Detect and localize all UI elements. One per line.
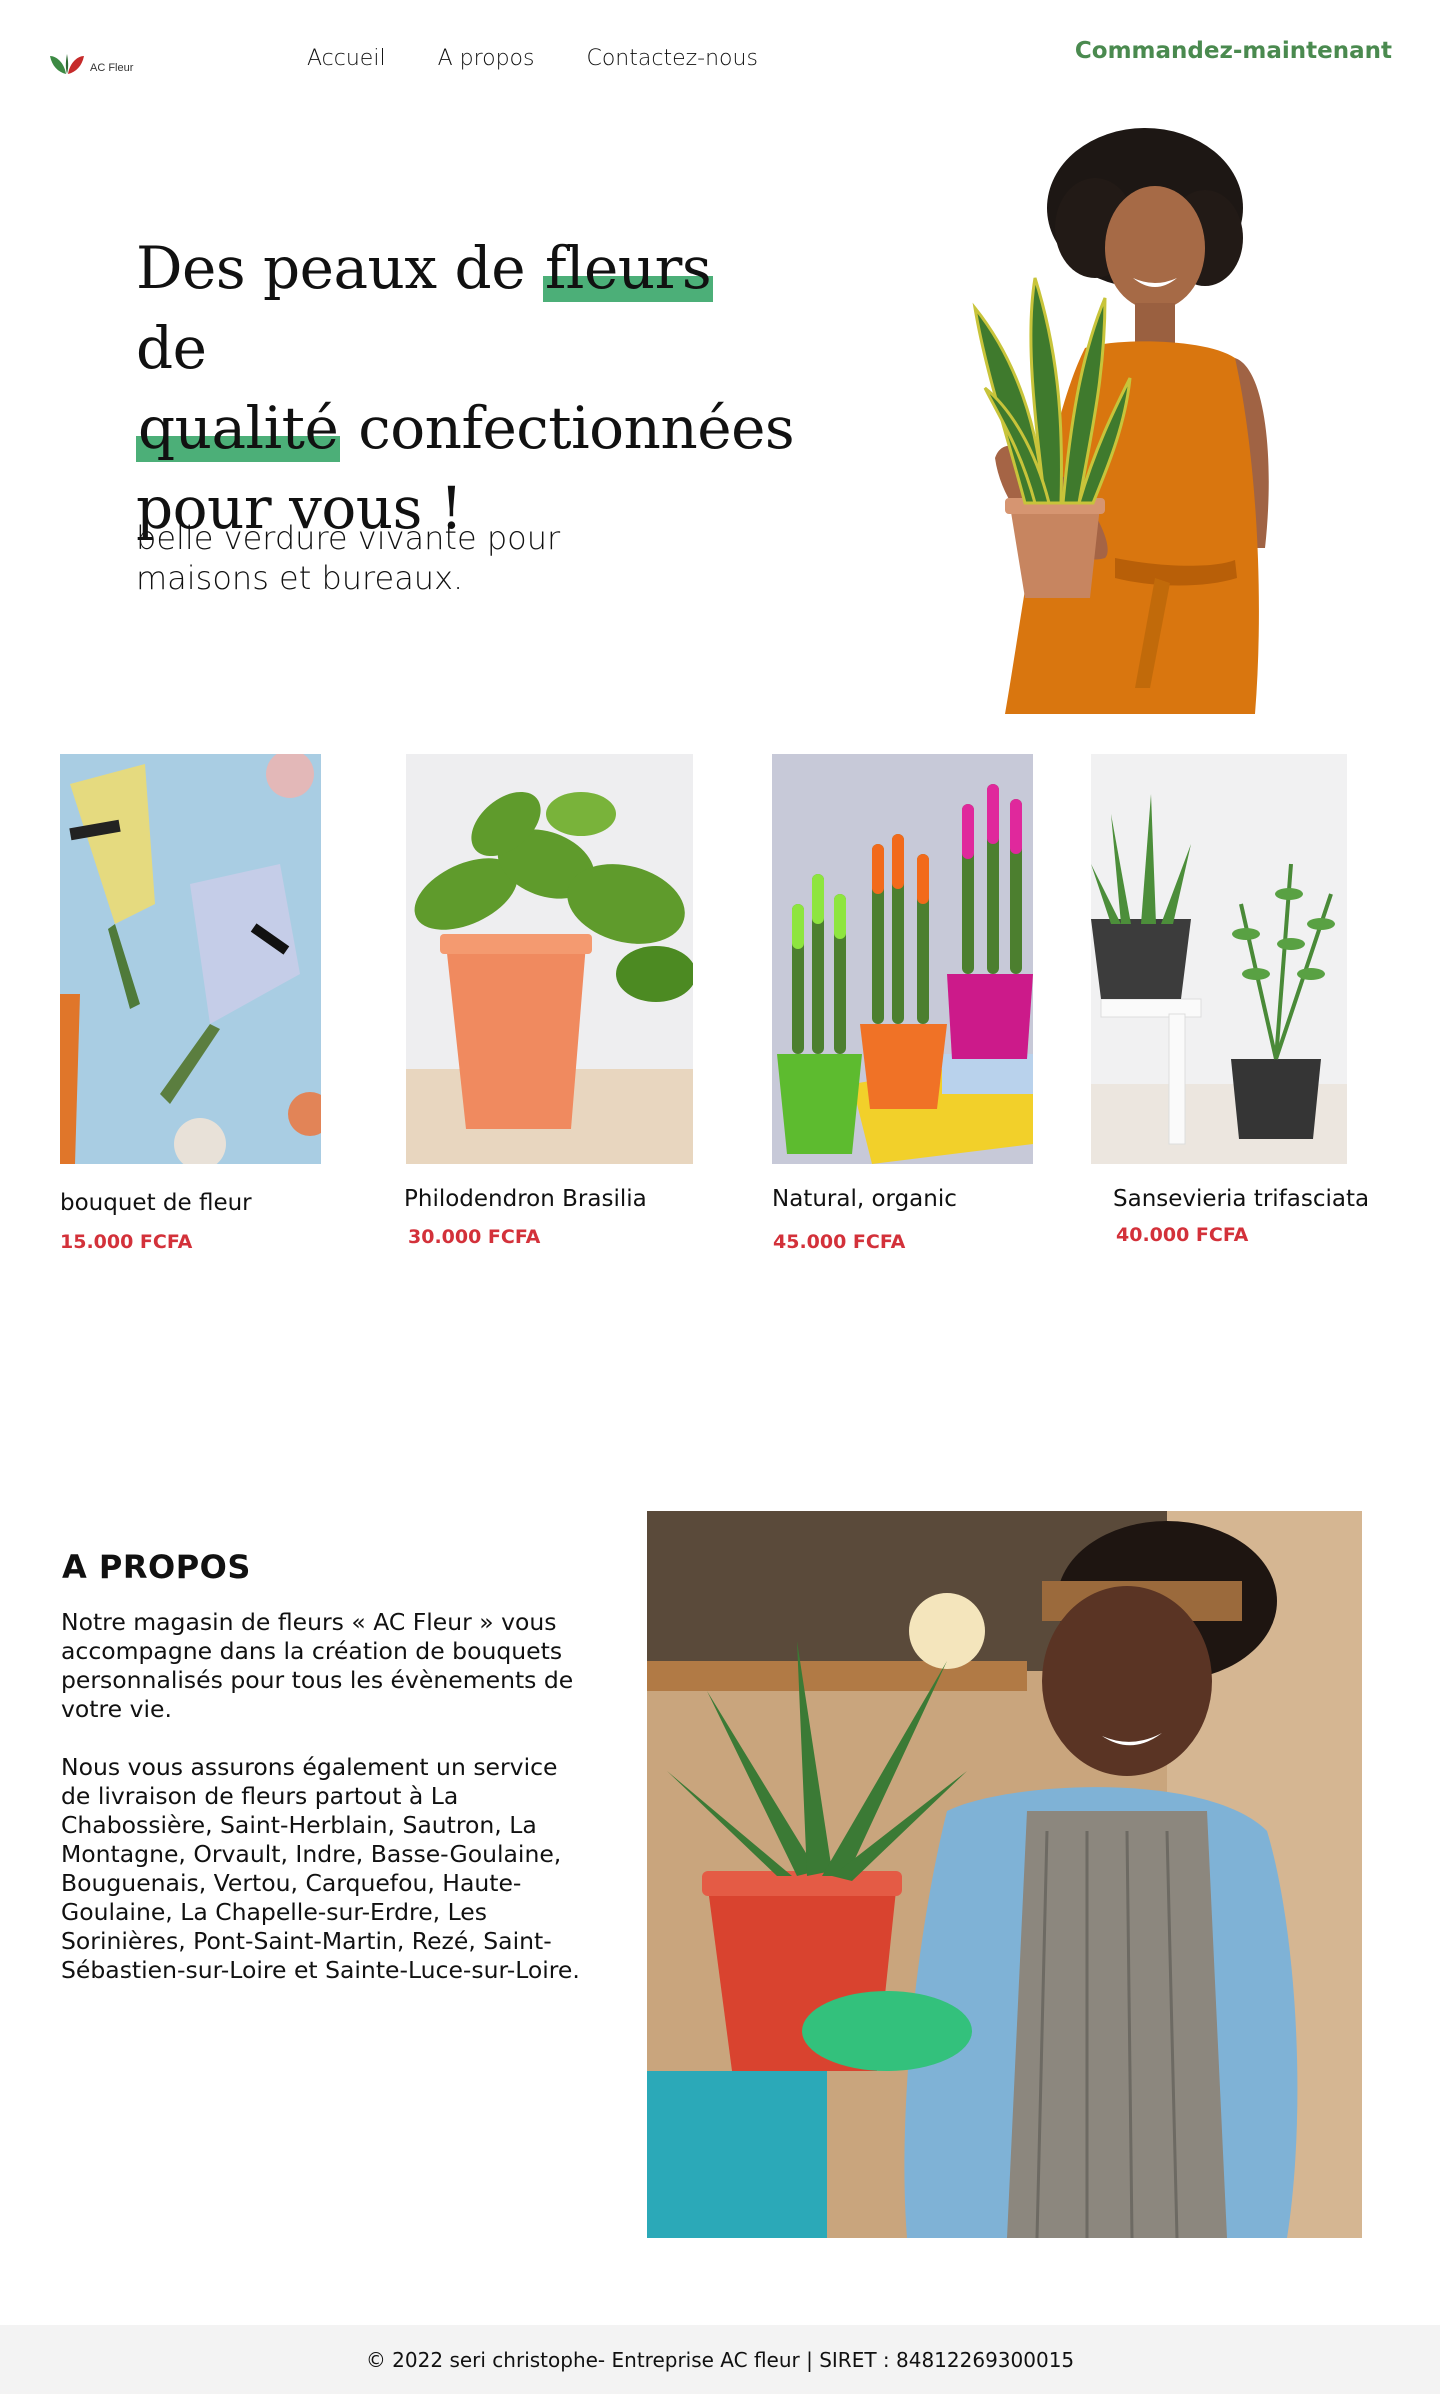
product-name[interactable]: Sansevieria trifasciata	[1113, 1186, 1369, 1212]
hero-title-highlight: qualité	[136, 394, 341, 462]
leaf-logo-icon	[50, 54, 84, 74]
order-now-link[interactable]: Commandez-maintenant	[1075, 38, 1392, 64]
brand-logo[interactable]: AC Fleur	[48, 52, 133, 76]
footer-text: © 2022 seri christophe- Entreprise AC fl…	[365, 2348, 1075, 2372]
nav-link-accueil[interactable]: Accueil	[307, 46, 386, 71]
nav-link-contact[interactable]: Contactez-nous	[586, 46, 757, 71]
hero-woman-with-plant-image	[972, 128, 1269, 714]
product-price: 30.000 FCFA	[408, 1226, 541, 1248]
product-price: 40.000 FCFA	[1116, 1224, 1249, 1246]
about-woman-with-aloe-image	[647, 1511, 1362, 2238]
hero-title-part: de	[136, 314, 207, 382]
about-title: A PROPOS	[62, 1548, 251, 1586]
product-image-sansevieria[interactable]	[1091, 754, 1347, 1164]
hero-title-part: Des peaux de	[136, 234, 543, 302]
product-image-bouquet[interactable]	[60, 754, 321, 1164]
main-nav: Accueil A propos Contactez-nous	[307, 46, 758, 71]
product-image-natural-organic[interactable]	[772, 754, 1033, 1164]
product-name[interactable]: Philodendron Brasilia	[404, 1186, 647, 1212]
nav-link-a-propos[interactable]: A propos	[438, 46, 535, 71]
hero-title-part: confectionnées	[340, 394, 795, 462]
product-name[interactable]: bouquet de fleur	[60, 1190, 252, 1216]
hero-subtitle: belle verdure vivante pour maisons et bu…	[136, 519, 561, 597]
footer: © 2022 seri christophe- Entreprise AC fl…	[0, 2325, 1440, 2394]
about-paragraph: Nous vous assurons également un service …	[61, 1753, 580, 1984]
product-name[interactable]: Natural, organic	[772, 1186, 957, 1212]
about-paragraph: Notre magasin de fleurs « AC Fleur » vou…	[61, 1608, 574, 1723]
product-price: 15.000 FCFA	[60, 1231, 193, 1253]
product-image-philodendron[interactable]	[406, 754, 693, 1164]
product-price: 45.000 FCFA	[773, 1231, 906, 1253]
brand-name: AC Fleur	[90, 62, 134, 74]
hero-title: Des peaux de fleurs de qualité confection…	[136, 228, 796, 548]
hero-title-highlight: fleurs	[542, 234, 714, 302]
